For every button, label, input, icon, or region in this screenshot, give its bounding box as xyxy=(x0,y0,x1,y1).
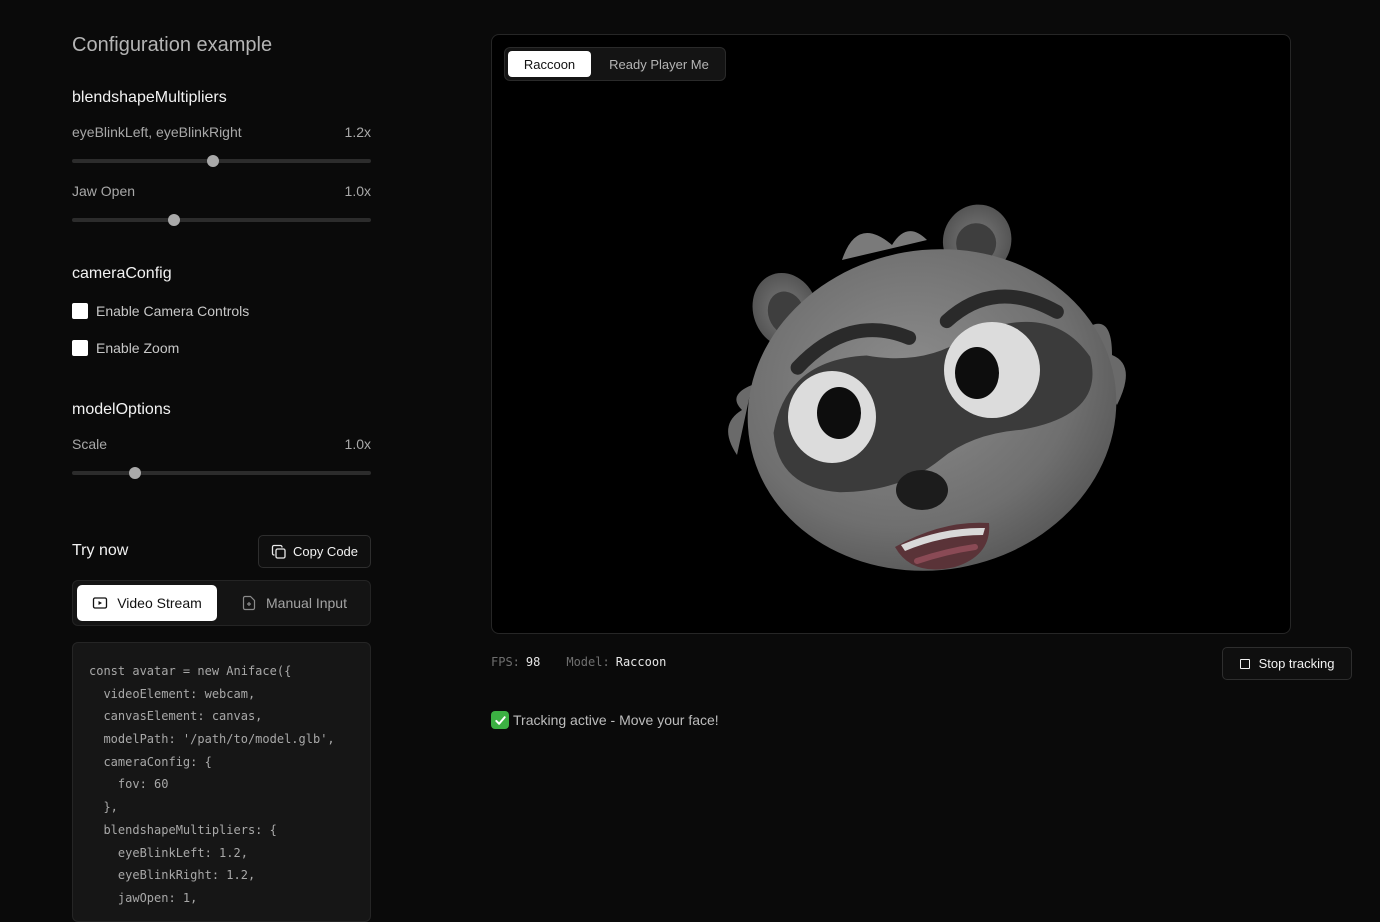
section-title-try-now: Try now xyxy=(72,542,129,559)
stat-spacer xyxy=(546,655,560,669)
tab-video-stream[interactable]: Video Stream xyxy=(77,585,217,621)
raccoon-avatar-icon xyxy=(728,204,1126,571)
video-icon xyxy=(93,597,108,609)
model-label: Model: xyxy=(566,655,610,669)
slider-value-scale: 1.0x xyxy=(344,436,371,452)
code-line: cameraConfig: { xyxy=(89,754,212,769)
slider-value-jaw-open: 1.0x xyxy=(344,183,371,199)
eye-blink-slider[interactable] xyxy=(72,155,371,167)
tab-manual-input[interactable]: Manual Input xyxy=(221,585,367,621)
section-title-blendshape: blendshapeMultipliers xyxy=(72,89,227,106)
code-line: canvasElement: canvas, xyxy=(89,709,263,724)
code-line: videoElement: webcam, xyxy=(89,686,256,701)
tracking-status-text: Tracking active - Move your face! xyxy=(513,712,719,728)
check-icon xyxy=(491,711,509,729)
tracking-status: Tracking active - Move your face! xyxy=(491,711,719,729)
code-line: blendshapeMultipliers: { xyxy=(89,822,277,837)
stats-bar: FPS: 98 Model: Raccoon xyxy=(491,655,666,669)
slider-thumb[interactable] xyxy=(128,467,141,479)
copy-code-button[interactable]: Copy Code xyxy=(258,535,371,568)
fps-label: FPS: xyxy=(491,655,520,669)
copy-icon xyxy=(271,544,286,559)
model-tabs: Raccoon Ready Player Me xyxy=(504,47,726,81)
slider-label-jaw-open: Jaw Open xyxy=(72,183,136,199)
enable-zoom-option[interactable]: Enable Zoom xyxy=(72,340,179,356)
page-title: Configuration example xyxy=(72,34,273,56)
slider-label-scale: Scale xyxy=(72,436,108,452)
slider-thumb[interactable] xyxy=(167,214,180,226)
enable-camera-controls-option[interactable]: Enable Camera Controls xyxy=(72,303,249,319)
enable-camera-controls-checkbox[interactable] xyxy=(72,303,88,319)
code-line: fov: 60 xyxy=(89,777,169,792)
enable-camera-controls-label: Enable Camera Controls xyxy=(96,303,250,319)
tab-raccoon[interactable]: Raccoon xyxy=(508,51,591,77)
enable-zoom-checkbox[interactable] xyxy=(72,340,88,356)
scale-slider[interactable] xyxy=(72,467,371,479)
config-panel: Configuration example blendshapeMultipli… xyxy=(72,0,371,922)
stop-tracking-label: Stop tracking xyxy=(1258,656,1335,671)
input-mode-tabs: Video Stream Manual Input xyxy=(72,580,371,626)
code-line: eyeBlinkLeft: 1.2, xyxy=(89,845,248,860)
code-line: modelPath: '/path/to/model.glb', xyxy=(89,732,335,747)
model-value: Raccoon xyxy=(615,655,667,669)
stop-tracking-button[interactable]: Stop tracking xyxy=(1222,647,1352,680)
slider-thumb[interactable] xyxy=(206,155,219,167)
fps-value: 98 xyxy=(525,655,541,669)
jaw-open-slider[interactable] xyxy=(72,214,371,226)
file-plus-icon xyxy=(242,595,256,611)
code-line: }, xyxy=(89,800,118,815)
avatar-viewer-canvas[interactable]: Raccoon Ready Player Me xyxy=(491,34,1291,634)
code-line: eyeBlinkRight: 1.2, xyxy=(89,868,256,883)
section-title-camera: cameraConfig xyxy=(72,265,172,282)
slider-label-eye-blink: eyeBlinkLeft, eyeBlinkRight xyxy=(72,124,242,140)
tab-ready-player-me[interactable]: Ready Player Me xyxy=(595,51,723,77)
tab-manual-input-label: Manual Input xyxy=(266,595,347,611)
code-line: const avatar = new Aniface({ xyxy=(89,664,292,678)
section-title-model: modelOptions xyxy=(72,401,171,418)
slider-value-eye-blink: 1.2x xyxy=(344,124,371,140)
enable-zoom-label: Enable Zoom xyxy=(96,340,180,356)
code-line: jawOpen: 1, xyxy=(89,890,198,905)
tab-video-stream-label: Video Stream xyxy=(117,595,202,611)
copy-code-label: Copy Code xyxy=(292,544,359,559)
code-snippet: const avatar = new Aniface({ videoElemen… xyxy=(72,642,371,922)
stop-icon xyxy=(1239,658,1250,669)
